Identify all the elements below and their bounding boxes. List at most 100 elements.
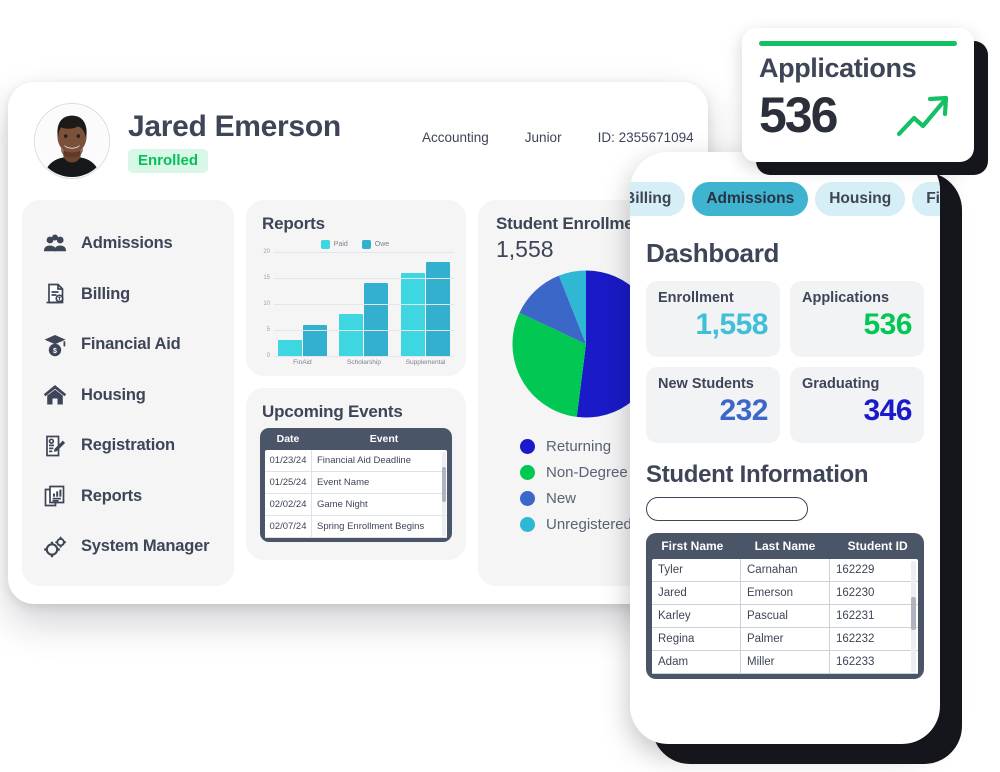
sidebar-item-housing[interactable]: Housing xyxy=(22,374,234,417)
search-text-field[interactable] xyxy=(662,503,804,515)
gears-icon xyxy=(44,536,67,557)
stat-card-enrollment[interactable]: Enrollment 1,558 xyxy=(646,281,780,357)
stat-card-applications[interactable]: Applications 536 xyxy=(790,281,924,357)
stat-label: Graduating xyxy=(802,376,880,392)
student-year: Junior xyxy=(524,130,562,145)
table-row[interactable]: 01/23/24 Financial Aid Deadline xyxy=(265,449,447,472)
desktop-dashboard-window: Jared Emerson Enrolled Accounting Junior… xyxy=(8,82,708,604)
reports-bar-chart: Paid Owe 20 15 10 5 0 FinAid Scholarship Suppl… xyxy=(246,240,466,366)
student-id: 162230 xyxy=(836,586,875,599)
stat-card-new-students[interactable]: New Students 232 xyxy=(646,367,780,443)
events-col-date: Date xyxy=(276,433,300,445)
search-input[interactable] xyxy=(646,497,808,521)
student-table-header: First Name Last Name Student ID xyxy=(646,533,924,559)
table-row[interactable]: 01/25/24 Event Name xyxy=(265,471,447,494)
stat-label: Enrollment xyxy=(658,290,734,306)
column-header[interactable]: Last Name xyxy=(739,539,832,553)
avatar xyxy=(34,103,110,179)
student-header: Jared Emerson Enrolled Accounting Junior… xyxy=(8,82,708,200)
events-title: Upcoming Events xyxy=(262,402,403,421)
page-title: Jared Emerson xyxy=(128,109,341,143)
upcoming-events-panel: Upcoming Events Date Event 01/23/24 Finan… xyxy=(246,388,466,560)
events-scrollbar[interactable] xyxy=(442,452,446,536)
sidebar-item-label: Housing xyxy=(81,385,146,404)
bar xyxy=(401,272,426,356)
tab-billing[interactable]: Billing xyxy=(630,182,686,216)
event-date: 01/23/24 xyxy=(265,449,312,472)
users-icon xyxy=(44,234,66,251)
reports-panel: Reports Paid Owe 20 15 10 5 0 FinAid Sch… xyxy=(246,200,466,376)
legend-item-owe: Owe xyxy=(361,240,390,249)
applications-card-value: 536 xyxy=(759,87,838,143)
stat-card-graduating[interactable]: Graduating 346 xyxy=(790,367,924,443)
tab-admissions[interactable]: Admissions xyxy=(692,182,809,216)
applications-card-row: 536 xyxy=(759,86,957,144)
legend-dot xyxy=(520,438,535,454)
applications-card-title: Applications xyxy=(759,53,917,83)
svg-text:$: $ xyxy=(53,347,57,354)
gridline xyxy=(274,304,454,305)
middle-column: Reports Paid Owe 20 15 10 5 0 FinAid Sch… xyxy=(246,200,466,586)
student-table-body[interactable]: Tyler Carnahan 162229 Jared Emerson 162230 Kar… xyxy=(652,558,918,674)
table-row[interactable]: Adam Miller 162233 xyxy=(652,650,918,674)
events-col-event: Event xyxy=(369,433,399,445)
y-axis-tick: 10 xyxy=(263,301,270,307)
event-name: Game Night xyxy=(317,499,368,510)
legend-swatch xyxy=(320,240,330,249)
legend-label: Unregistered xyxy=(546,515,632,533)
x-axis-tick: FinAid xyxy=(293,359,312,366)
event-name: Spring Enrollment Begins xyxy=(317,521,425,532)
column-header[interactable]: First Name xyxy=(646,539,739,553)
y-axis-tick: 5 xyxy=(266,327,270,333)
bar xyxy=(277,340,302,356)
last-name: Carnahan xyxy=(741,558,830,582)
legend-dot xyxy=(520,464,535,480)
phone-screen: BillingAdmissionsHousingFinancial Dashbo… xyxy=(630,152,940,744)
gridline xyxy=(274,252,454,253)
sidebar-item-registration[interactable]: Registration xyxy=(22,424,234,467)
sidebar-item-billing[interactable]: Billing xyxy=(22,273,234,316)
table-row[interactable]: Tyler Carnahan 162229 xyxy=(652,558,918,582)
desktop-body: Admissions Billing $ Financial Aid Housi… xyxy=(8,200,708,600)
stat-card-grid: Enrollment 1,558 Applications 536 New Studen… xyxy=(646,281,924,443)
sidebar-item-label: System Manager xyxy=(81,537,210,555)
events-table-body[interactable]: 01/23/24 Financial Aid Deadline 01/25/24 Ev… xyxy=(265,449,447,538)
sidebar-item-admissions[interactable]: Admissions xyxy=(22,222,234,265)
sidebar-item-label: Reports xyxy=(81,486,142,505)
event-name: Event Name xyxy=(317,477,370,488)
sidebar-item-label: Financial Aid xyxy=(81,335,181,353)
legend-label: Returning xyxy=(546,437,612,455)
sidebar: Admissions Billing $ Financial Aid Housi… xyxy=(22,200,234,586)
sidebar-item-financial-aid[interactable]: $ Financial Aid xyxy=(22,323,234,366)
event-name: Financial Aid Deadline xyxy=(317,455,412,466)
table-row[interactable]: Jared Emerson 162230 xyxy=(652,581,918,605)
table-row[interactable]: Karley Pascual 162231 xyxy=(652,604,918,628)
trending-up-arrow-icon xyxy=(896,95,949,137)
last-name: Miller xyxy=(741,650,830,674)
stat-label: New Students xyxy=(658,376,754,392)
events-table: Date Event 01/23/24 Financial Aid Deadlin… xyxy=(260,428,452,542)
legend-item-paid: Paid xyxy=(320,240,348,249)
student-table-scrollbar[interactable] xyxy=(911,561,916,672)
table-row[interactable]: 02/07/24 Spring Enrollment Begins xyxy=(265,515,447,538)
x-axis-tick: Supplemental xyxy=(405,359,446,366)
gridline xyxy=(274,330,454,331)
legend-label: Owe xyxy=(374,241,390,248)
last-name: Palmer xyxy=(741,627,830,651)
table-row[interactable]: 02/02/24 Game Night xyxy=(265,493,447,516)
tab-housing[interactable]: Housing xyxy=(815,182,906,216)
column-header[interactable]: Student ID xyxy=(831,539,924,553)
student-id: ID: 2355671094 xyxy=(597,130,694,145)
student-major: Accounting xyxy=(422,130,489,145)
sidebar-item-reports[interactable]: Reports xyxy=(22,475,234,518)
tab-financial[interactable]: Financial xyxy=(912,182,940,216)
table-row[interactable]: Regina Palmer 162232 xyxy=(652,627,918,651)
legend-label: Non-Degree xyxy=(546,463,628,481)
home-icon xyxy=(43,385,67,405)
legend-label: Paid xyxy=(333,241,348,248)
event-date: 01/25/24 xyxy=(265,471,312,494)
y-axis-tick: 20 xyxy=(263,249,270,255)
sidebar-item-label: Billing xyxy=(81,284,131,303)
stat-label: Applications xyxy=(802,290,890,306)
sidebar-item-system-manager[interactable]: System Manager xyxy=(22,525,234,568)
